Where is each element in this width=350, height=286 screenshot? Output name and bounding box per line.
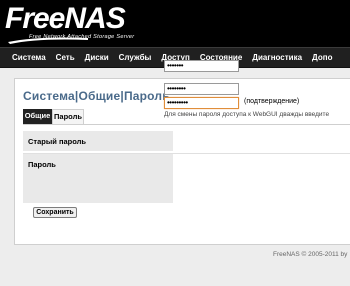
confirm-password-input[interactable]: •••••••••: [164, 97, 239, 109]
new-password-value-cell: [173, 154, 350, 203]
old-password-value-cell: [173, 131, 350, 151]
old-password-input[interactable]: •••••••: [164, 60, 239, 72]
tab-general[interactable]: Общие: [23, 109, 52, 124]
new-password-label: Пароль: [28, 160, 56, 169]
logo-text: FreeNAS: [5, 2, 126, 35]
save-button[interactable]: Сохранить: [33, 207, 77, 218]
confirm-label: (подтверждение): [244, 98, 300, 105]
nav-item-system[interactable]: Система: [0, 48, 51, 67]
tab-password[interactable]: Пароль: [52, 109, 84, 124]
footer-copyright: FreeNAS © 2005-2011 by: [273, 251, 348, 258]
nav-item-disks[interactable]: Диски: [80, 48, 114, 67]
nav-item-extra[interactable]: Допо: [307, 48, 337, 67]
page-title: Система|Общие|Пароль: [23, 89, 170, 103]
old-password-label: Старый пароль: [28, 137, 86, 146]
nav-item-services[interactable]: Службы: [114, 48, 157, 67]
new-password-label-cell: Пароль: [23, 154, 173, 203]
old-password-label-cell: Старый пароль: [23, 131, 173, 151]
password-hint: Для смены пароля доступа к WebGUI дважды…: [164, 111, 330, 118]
new-password-row: Пароль: [23, 154, 350, 203]
logo-swoosh-icon: [8, 37, 88, 44]
header: FreeNAS Free Network Attached Storage Se…: [0, 0, 350, 47]
logo[interactable]: FreeNAS Free Network Attached Storage Se…: [5, 2, 134, 41]
nav-item-network[interactable]: Сеть: [51, 48, 80, 67]
old-password-row: Старый пароль: [23, 131, 350, 151]
nav-item-diagnostics[interactable]: Диагностика: [247, 48, 307, 67]
new-password-input[interactable]: ••••••••: [164, 83, 239, 95]
